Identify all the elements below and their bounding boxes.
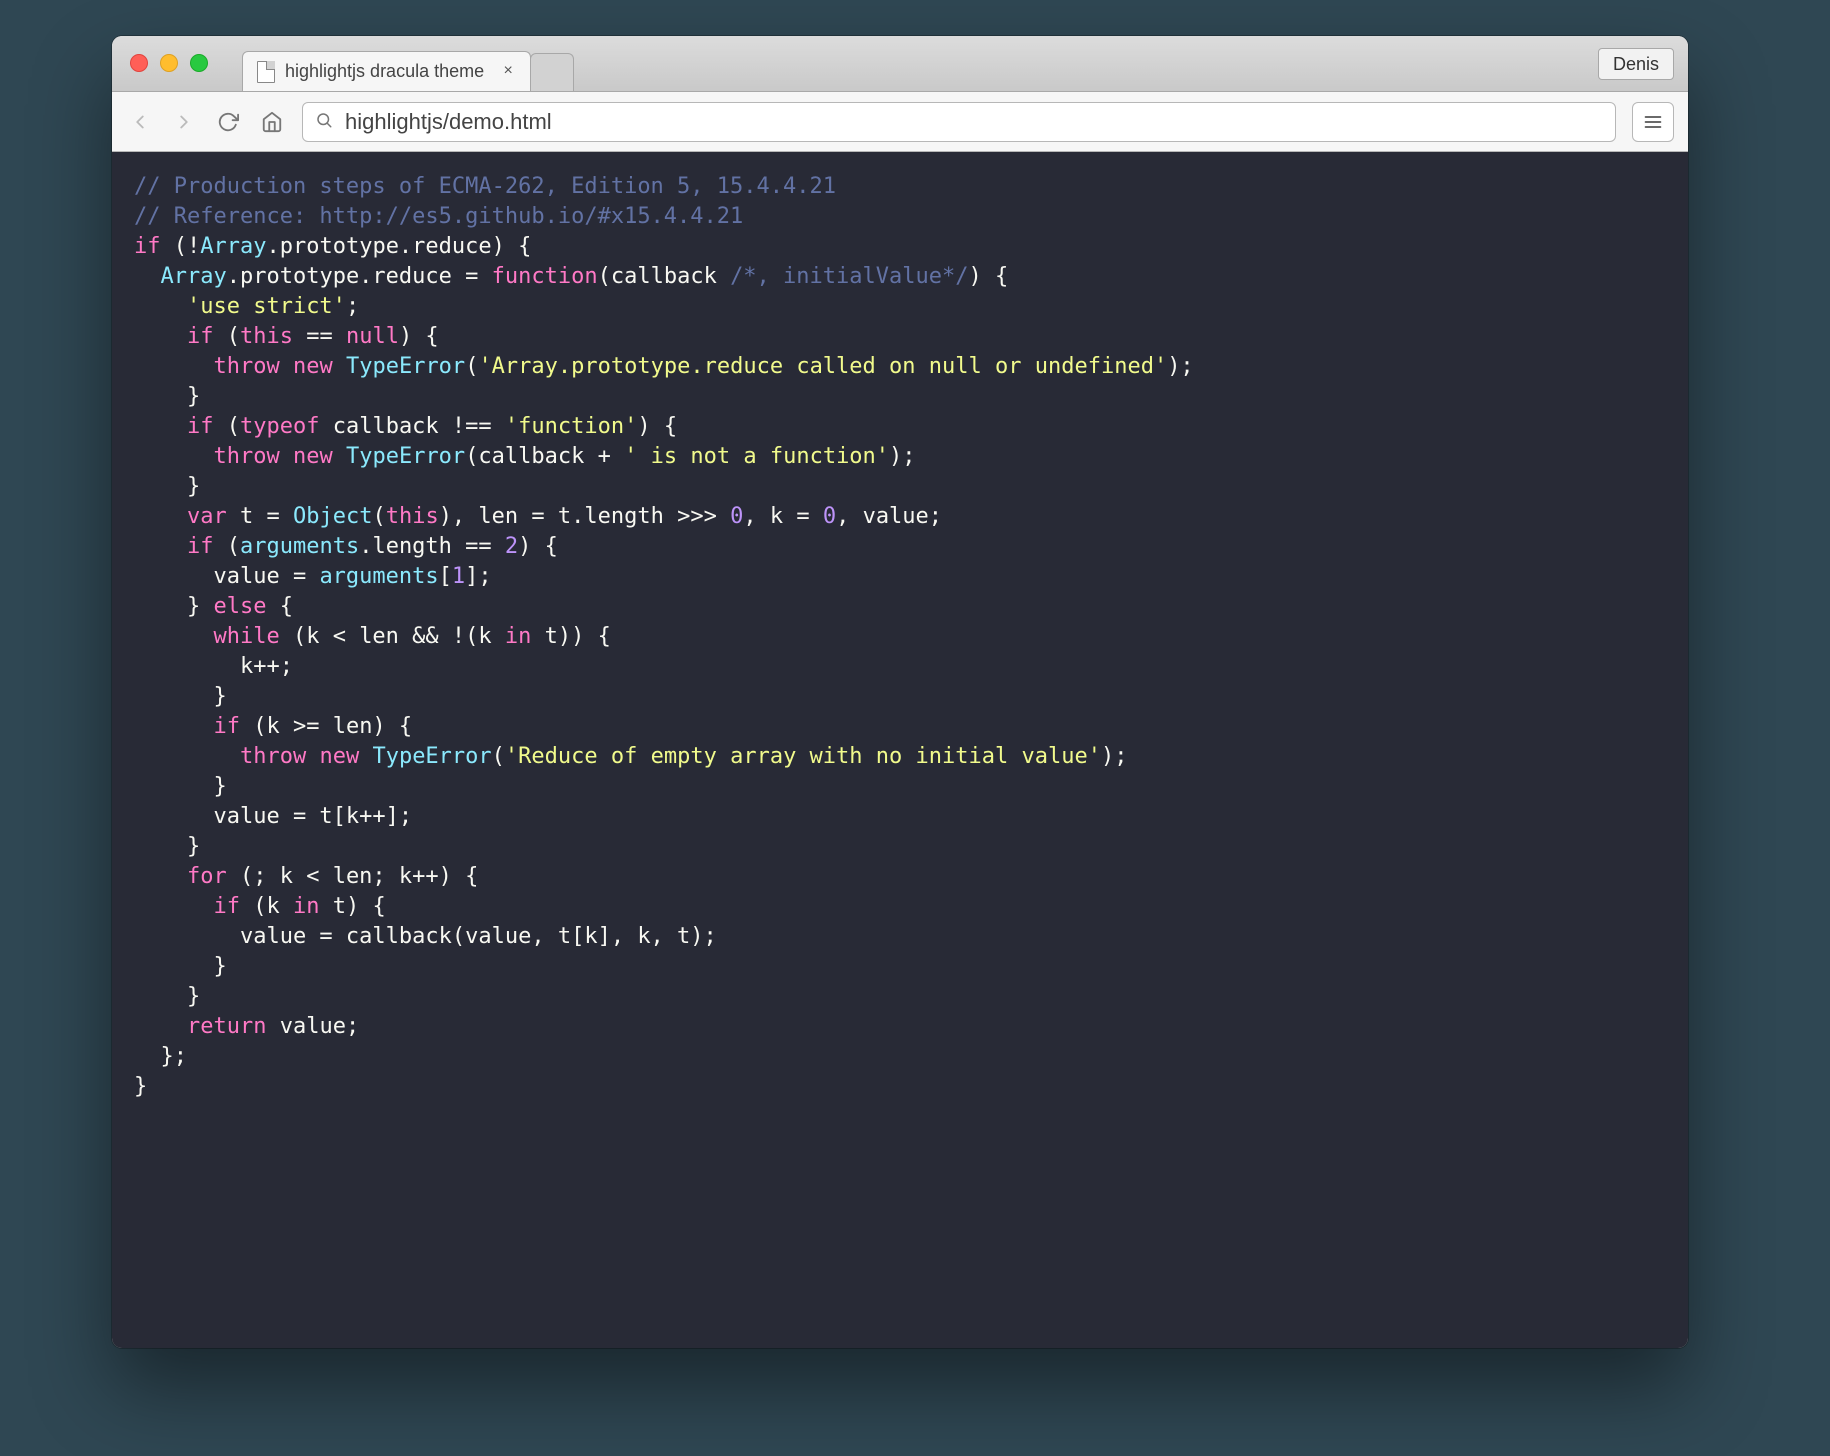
tab-close-button[interactable]: × xyxy=(500,64,516,80)
window-zoom-button[interactable] xyxy=(190,54,208,72)
hamburger-icon xyxy=(1643,112,1663,132)
menu-button[interactable] xyxy=(1632,102,1674,142)
home-button[interactable] xyxy=(258,108,286,136)
new-tab-button[interactable] xyxy=(530,53,574,91)
code-block: // Production steps of ECMA-262, Edition… xyxy=(112,152,1688,1122)
window-close-button[interactable] xyxy=(130,54,148,72)
window-minimize-button[interactable] xyxy=(160,54,178,72)
url-input[interactable] xyxy=(343,108,1603,136)
file-icon xyxy=(257,61,275,83)
window-controls xyxy=(130,54,208,72)
forward-button[interactable] xyxy=(170,108,198,136)
reload-icon xyxy=(217,111,239,133)
profile-chip[interactable]: Denis xyxy=(1598,48,1674,80)
reload-button[interactable] xyxy=(214,108,242,136)
arrow-left-icon xyxy=(129,111,151,133)
profile-name: Denis xyxy=(1613,54,1659,75)
tabstrip: highlightjs dracula theme × xyxy=(242,47,573,91)
titlebar: highlightjs dracula theme × Denis xyxy=(112,36,1688,92)
browser-window: highlightjs dracula theme × Denis xyxy=(112,36,1688,1348)
arrow-right-icon xyxy=(173,111,195,133)
search-icon xyxy=(315,109,333,135)
page-content[interactable]: // Production steps of ECMA-262, Edition… xyxy=(112,152,1688,1348)
tab-title: highlightjs dracula theme xyxy=(285,61,484,82)
toolbar xyxy=(112,92,1688,152)
back-button[interactable] xyxy=(126,108,154,136)
tab-active[interactable]: highlightjs dracula theme × xyxy=(242,51,531,91)
address-bar[interactable] xyxy=(302,102,1616,142)
home-icon xyxy=(261,111,283,133)
